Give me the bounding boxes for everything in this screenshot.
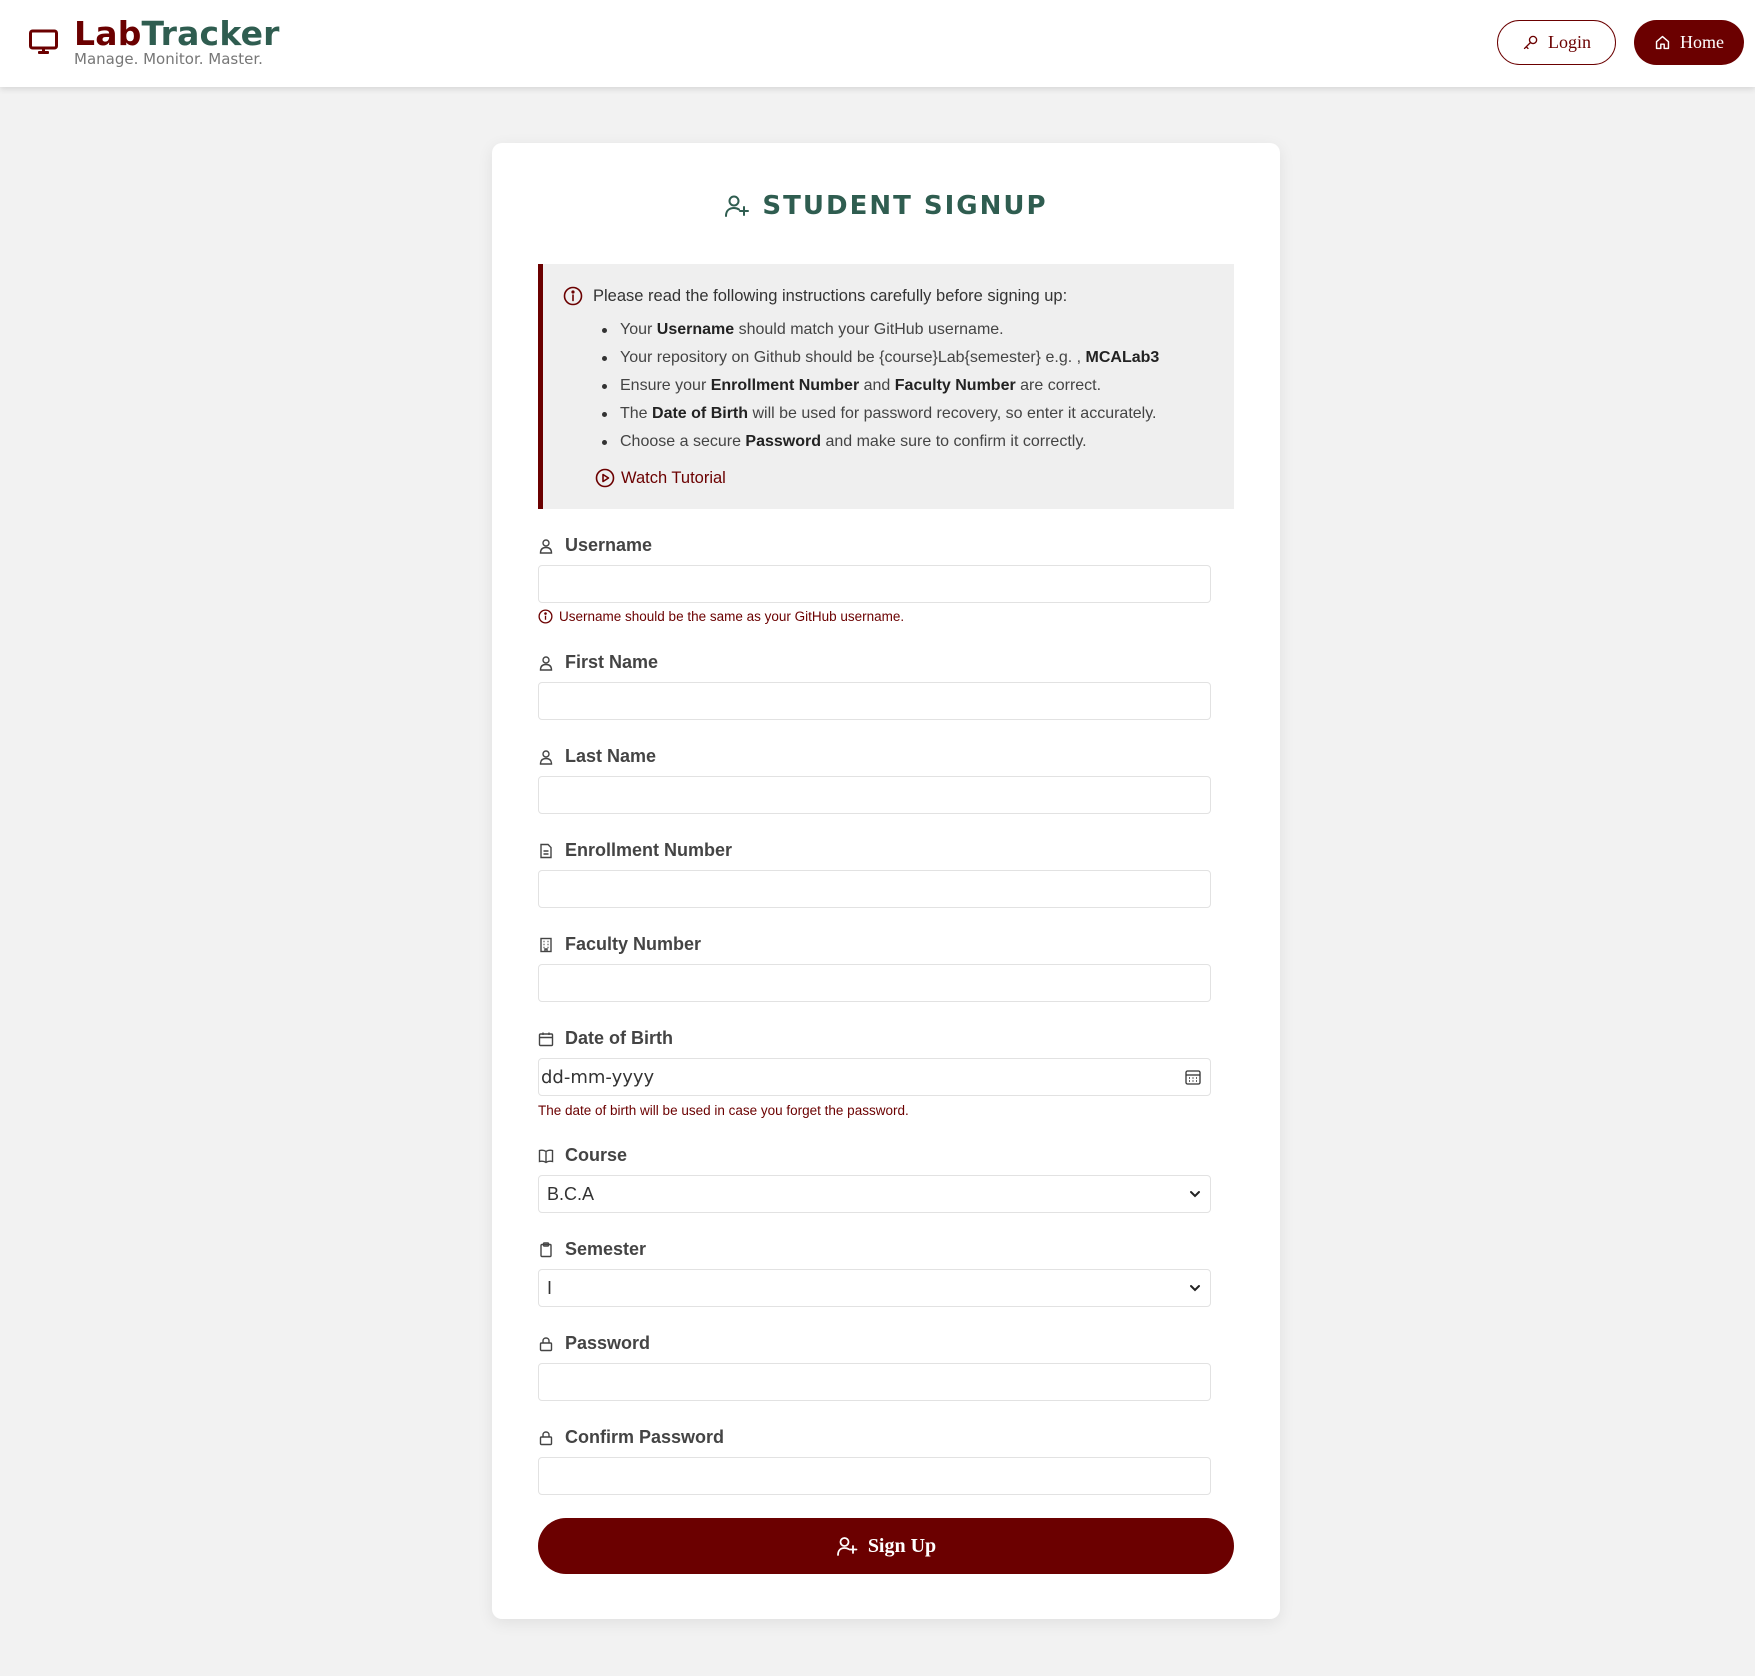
username-label: Username <box>538 535 652 556</box>
course-label: Course <box>538 1145 627 1166</box>
confirm-password-label: Confirm Password <box>538 1427 724 1448</box>
watch-tutorial-label: Watch Tutorial <box>621 468 726 487</box>
dob-input[interactable]: dd-mm-yyyy <box>538 1058 1211 1096</box>
dob-label: Date of Birth <box>538 1028 673 1049</box>
instruction-item: Choose a secure Password and make sure t… <box>598 428 1159 456</box>
username-hint: Username should be the same as your GitH… <box>538 609 904 624</box>
user-plus-icon <box>836 1537 858 1556</box>
semester-select[interactable]: I <box>538 1269 1211 1307</box>
faculty-label: Faculty Number <box>538 934 701 955</box>
building-icon <box>540 937 552 952</box>
login-button[interactable]: Login <box>1497 20 1616 65</box>
home-icon <box>1655 35 1670 50</box>
lock-icon <box>539 1336 553 1351</box>
instructions-list: Your Username should match your GitHub u… <box>598 316 1159 456</box>
info-icon <box>563 286 583 306</box>
username-input[interactable] <box>538 565 1211 603</box>
instructions-heading: Please read the following instructions c… <box>563 286 1067 306</box>
instruction-item: The Date of Birth will be used for passw… <box>598 400 1159 428</box>
document-icon <box>540 843 552 858</box>
monitor-icon <box>29 29 58 54</box>
key-icon <box>1523 35 1538 50</box>
page-title: STUDENT SIGNUP <box>492 191 1280 221</box>
login-label: Login <box>1548 32 1591 52</box>
last-name-input[interactable] <box>538 776 1211 814</box>
calendar-icon <box>538 1032 554 1046</box>
semester-label: Semester <box>538 1239 646 1260</box>
enrollment-label: Enrollment Number <box>538 840 732 861</box>
password-input[interactable] <box>538 1363 1211 1401</box>
top-navbar: LabTracker Manage. Monitor. Master. Logi… <box>0 0 1755 87</box>
faculty-input[interactable] <box>538 964 1211 1002</box>
brand-lab: Lab <box>74 14 142 53</box>
last-name-label: Last Name <box>538 746 656 767</box>
play-circle-icon <box>595 468 615 488</box>
user-icon <box>539 538 553 554</box>
instruction-item: Your Username should match your GitHub u… <box>598 316 1159 344</box>
chevron-down-icon <box>1190 1285 1200 1292</box>
chevron-down-icon <box>1190 1191 1200 1198</box>
instructions-box: Please read the following instructions c… <box>538 264 1234 509</box>
confirm-password-input[interactable] <box>538 1457 1211 1495</box>
instructions-heading-text: Please read the following instructions c… <box>593 286 1068 305</box>
title-text: STUDENT SIGNUP <box>762 191 1048 221</box>
brand-tagline: Manage. Monitor. Master. <box>74 50 263 68</box>
calendar-picker-icon[interactable] <box>1184 1068 1202 1086</box>
user-icon <box>539 655 553 671</box>
home-label: Home <box>1680 32 1724 52</box>
book-icon <box>538 1149 554 1163</box>
enrollment-input[interactable] <box>538 870 1211 908</box>
instruction-item: Ensure your Enrollment Number and Facult… <box>598 372 1159 400</box>
dob-hint: The date of birth will be used in case y… <box>538 1103 909 1118</box>
info-icon <box>538 609 553 624</box>
user-plus-icon <box>725 195 750 217</box>
home-button[interactable]: Home <box>1634 20 1744 65</box>
lock-icon <box>539 1430 553 1445</box>
first-name-input[interactable] <box>538 682 1211 720</box>
watch-tutorial-link[interactable]: Watch Tutorial <box>595 468 726 488</box>
sign-up-label: Sign Up <box>867 1534 937 1557</box>
clipboard-icon <box>540 1241 552 1257</box>
signup-card: STUDENT SIGNUP Please read the following… <box>492 143 1280 1619</box>
user-icon <box>539 749 553 765</box>
sign-up-button[interactable]: Sign Up <box>538 1518 1234 1574</box>
instruction-item: Your repository on Github should be {cou… <box>598 344 1159 372</box>
password-label: Password <box>538 1333 650 1354</box>
course-select[interactable]: B.C.A <box>538 1175 1211 1213</box>
first-name-label: First Name <box>538 652 658 673</box>
brand-tracker: Tracker <box>141 14 280 53</box>
brand-logo-text[interactable]: LabTracker <box>74 14 280 53</box>
